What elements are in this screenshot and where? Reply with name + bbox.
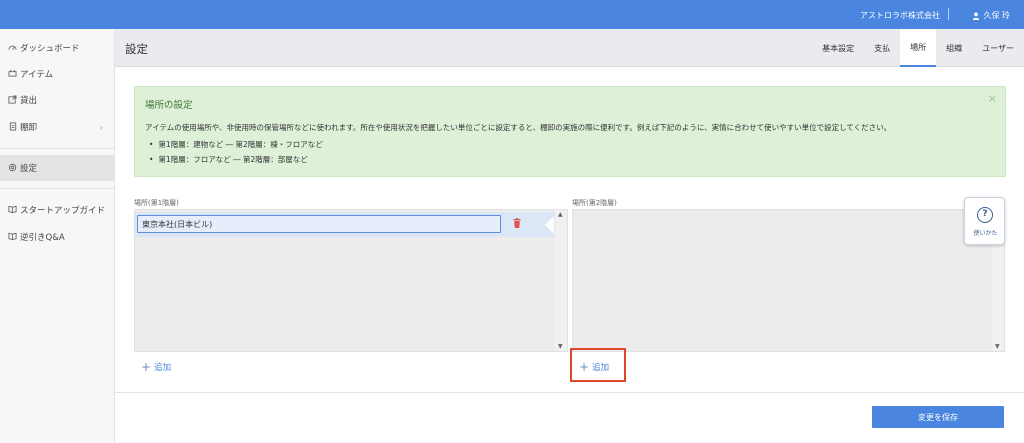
sidebar: ダッシュボード アイテム 貸出 棚卸 › 設定 スタートアップガイド 逆引きQ&… <box>0 29 115 443</box>
add-level2-button[interactable]: + 追加 <box>579 357 609 377</box>
help-label: 使いかた <box>973 230 998 237</box>
list-item: 第1階層：建物など ― 第2階層：棟・フロアなど <box>149 137 322 152</box>
tab-locations[interactable]: 場所 <box>900 29 937 67</box>
info-description: アイテムの使用場所や、非使用時の保管場所などに使われます。所在や使用状況を把握し… <box>145 123 892 132</box>
page-header: 設定 基本設定 支払 場所 組織 ユーザー <box>115 29 1024 67</box>
sidebar-item-inventory[interactable]: 棚卸 › <box>0 114 115 140</box>
main-content: 場所の設定 × アイテムの使用場所や、非使用時の保管場所などに使われます。所在や… <box>115 67 1024 443</box>
item-icon <box>8 69 17 79</box>
topbar-divider <box>948 8 949 20</box>
plus-icon: + <box>141 360 152 374</box>
help-widget[interactable]: ? 使いかた <box>964 197 1005 245</box>
question-icon: ? <box>977 207 993 223</box>
list-item[interactable]: 東京本社(日本ビル) <box>135 212 555 237</box>
trash-icon[interactable] <box>512 218 522 230</box>
tab-basic-settings[interactable]: 基本設定 <box>812 29 864 67</box>
top-bar: アストロラボ株式会社 久保 玲 <box>0 0 1024 29</box>
sidebar-item-startup-guide[interactable]: スタートアップガイド <box>0 197 115 223</box>
info-alert: 場所の設定 × アイテムの使用場所や、非使用時の保管場所などに使われます。所在や… <box>134 86 1006 177</box>
plus-icon: + <box>579 360 590 374</box>
level2-label: 場所(第2階層) <box>572 199 617 207</box>
page-title: 設定 <box>125 42 148 56</box>
sidebar-item-lending[interactable]: 貸出 <box>0 87 115 113</box>
add-label: 追加 <box>592 363 610 373</box>
level2-location-list: ▼ <box>572 209 1005 352</box>
sidebar-item-label: 棚卸 <box>20 123 38 133</box>
user-name: 久保 玲 <box>983 11 1010 20</box>
selected-arrow-indicator <box>545 216 554 234</box>
sidebar-item-label: 貸出 <box>20 96 38 106</box>
settings-tabs: 基本設定 支払 場所 組織 ユーザー <box>812 29 1024 67</box>
lend-icon <box>8 94 17 106</box>
sidebar-item-qa[interactable]: 逆引きQ&A <box>0 224 115 250</box>
sidebar-item-label: 設定 <box>20 164 38 174</box>
chevron-right-icon: › <box>99 122 103 132</box>
add-level1-button[interactable]: + 追加 <box>141 357 171 377</box>
info-title: 場所の設定 <box>145 100 193 111</box>
book-icon <box>8 205 17 215</box>
sidebar-item-settings[interactable]: 設定 <box>0 155 115 181</box>
book-icon <box>8 232 17 242</box>
level1-label: 場所(第1階層) <box>134 199 179 207</box>
sidebar-divider <box>0 188 115 189</box>
sidebar-item-label: アイテム <box>20 70 54 80</box>
save-changes-button[interactable]: 変更を保存 <box>872 406 1004 428</box>
scroll-up-icon[interactable]: ▲ <box>558 211 563 218</box>
dashboard-icon <box>8 43 17 53</box>
tab-users[interactable]: ユーザー <box>972 29 1024 67</box>
sidebar-item-dashboard[interactable]: ダッシュボード <box>0 35 115 61</box>
scroll-down-icon[interactable]: ▼ <box>995 343 1000 350</box>
sidebar-item-label: ダッシュボード <box>20 44 80 54</box>
company-name: アストロラボ株式会社 <box>860 11 940 20</box>
user-icon <box>973 12 980 20</box>
info-example-list: 第1階層：建物など ― 第2階層：棟・フロアなど 第1階層：フロアなど ― 第2… <box>149 137 323 167</box>
add-label: 追加 <box>154 363 172 373</box>
tab-organization[interactable]: 組織 <box>936 29 972 67</box>
close-icon[interactable]: × <box>988 92 997 105</box>
scroll-down-icon[interactable]: ▼ <box>558 343 563 350</box>
level1-location-list: 東京本社(日本ビル) ▲ ▼ <box>134 209 568 352</box>
sidebar-item-label: スタートアップガイド <box>20 206 106 216</box>
sidebar-item-label: 逆引きQ&A <box>20 233 65 243</box>
settings-icon <box>8 163 17 174</box>
location-name-input[interactable]: 東京本社(日本ビル) <box>137 215 501 233</box>
scrollbar[interactable]: ▲ ▼ <box>555 210 567 351</box>
list-item: 第1階層：フロアなど ― 第2階層：部屋など <box>149 152 323 167</box>
sidebar-item-items[interactable]: アイテム <box>0 61 115 87</box>
tab-payment[interactable]: 支払 <box>864 29 900 67</box>
user-menu[interactable]: 久保 玲 <box>972 10 1010 21</box>
footer-divider <box>115 392 1024 393</box>
inventory-icon <box>8 121 17 133</box>
sidebar-divider <box>0 148 115 149</box>
